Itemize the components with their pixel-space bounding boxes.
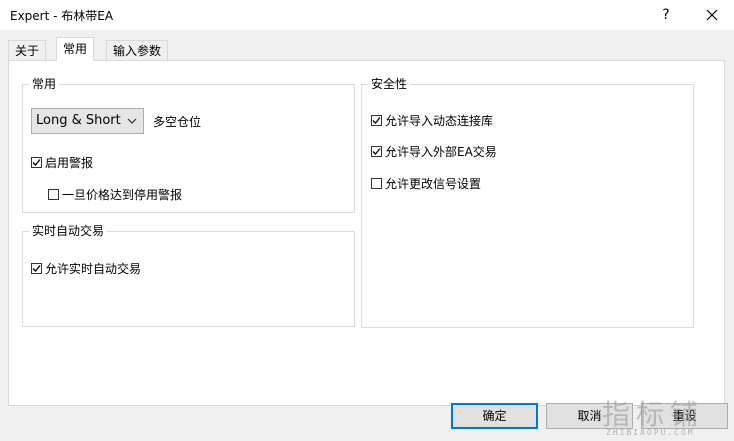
allow-external-ea-label: 允许导入外部EA交易 xyxy=(385,145,497,159)
disable-alert-label: 一旦价格达到停用警报 xyxy=(62,188,183,202)
allow-signal-change-checkbox[interactable]: 允许更改信号设置 xyxy=(371,175,481,192)
allow-dll-label: 允许导入动态连接库 xyxy=(385,114,494,128)
disable-alert-checkbox[interactable]: 一旦价格达到停用警报 xyxy=(48,186,182,203)
enable-alerts-label: 启用警报 xyxy=(45,156,94,170)
help-button[interactable]: ? xyxy=(652,0,680,30)
direction-select-value: Long & Short xyxy=(36,113,121,128)
checkbox-unchecked-icon xyxy=(48,189,59,200)
ok-button[interactable]: 确定 xyxy=(451,403,538,429)
watermark-subtext: ZHIBIAOPU.COM xyxy=(606,428,695,437)
title-bar: Expert - 布林带EA ? xyxy=(0,0,734,30)
checkbox-unchecked-icon xyxy=(371,178,382,189)
common-group: 常用 Long & Short 多空仓位 启用警报 一旦价格达到停用警报 xyxy=(22,76,355,213)
tab-inputs[interactable]: 输入参数 xyxy=(106,40,169,60)
close-button[interactable] xyxy=(698,0,726,30)
tab-about[interactable]: 关于 xyxy=(8,40,47,60)
checkbox-checked-icon xyxy=(31,157,42,168)
window-title: Expert - 布林带EA xyxy=(10,9,114,23)
allow-signal-change-label: 允许更改信号设置 xyxy=(385,177,482,191)
allow-external-ea-checkbox[interactable]: 允许导入外部EA交易 xyxy=(371,143,497,160)
allow-live-trading-checkbox[interactable]: 允许实时自动交易 xyxy=(31,260,141,277)
checkbox-checked-icon xyxy=(371,146,382,157)
close-icon xyxy=(706,9,718,21)
watermark: 指标铺 ZHIBIAOPU.COM xyxy=(598,393,734,441)
checkbox-checked-icon xyxy=(371,115,382,126)
live-trading-group-title: 实时自动交易 xyxy=(29,223,108,239)
chevron-down-icon xyxy=(127,118,137,124)
direction-label: 多空仓位 xyxy=(153,115,202,129)
security-group: 安全性 允许导入动态连接库 允许导入外部EA交易 允许更改信号设置 xyxy=(361,76,694,328)
tab-common[interactable]: 常用 xyxy=(56,37,95,61)
live-trading-group: 实时自动交易 允许实时自动交易 xyxy=(22,223,355,327)
common-group-title: 常用 xyxy=(29,76,60,92)
tab-panel: 常用 Long & Short 多空仓位 启用警报 一旦价格达到停用警报 实时自… xyxy=(8,60,725,406)
enable-alerts-checkbox[interactable]: 启用警报 xyxy=(31,154,93,171)
security-group-title: 安全性 xyxy=(368,76,411,92)
direction-select[interactable]: Long & Short xyxy=(31,108,144,134)
allow-dll-checkbox[interactable]: 允许导入动态连接库 xyxy=(371,112,493,129)
watermark-text: 指标铺 xyxy=(602,398,705,431)
allow-live-trading-label: 允许实时自动交易 xyxy=(45,262,142,276)
checkbox-checked-icon xyxy=(31,263,42,274)
